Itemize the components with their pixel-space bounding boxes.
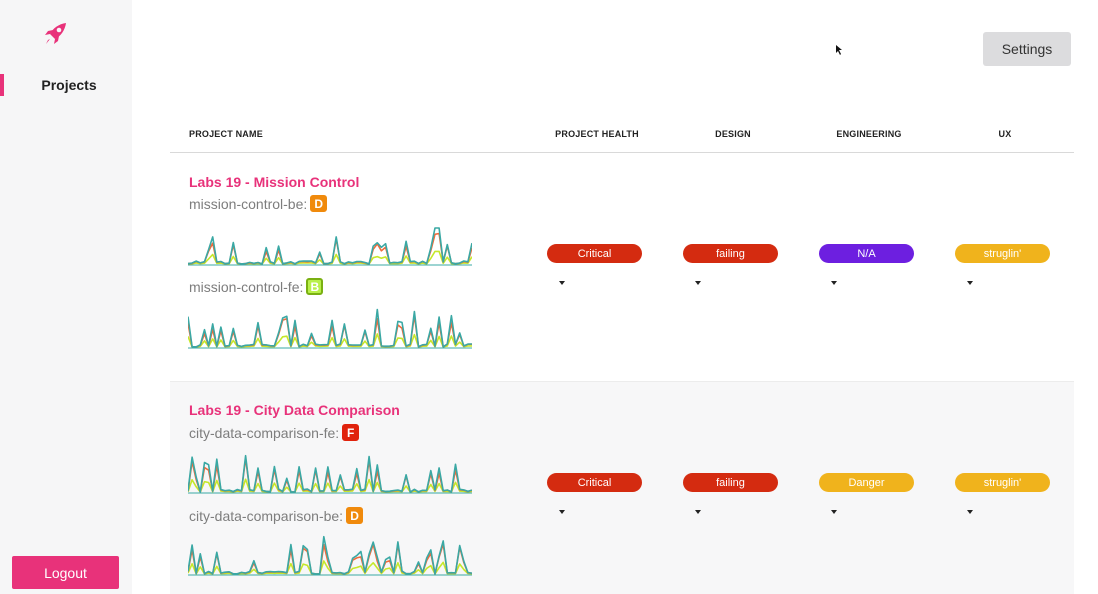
repo-name: mission-control-fe:	[189, 278, 304, 295]
repo-name: city-data-comparison-fe:	[189, 424, 340, 441]
engineering-dropdown-caret-icon[interactable]	[831, 510, 837, 514]
repo-entry: city-data-comparison-fe: F	[189, 424, 360, 441]
column-header-engineering: ENGINEERING	[836, 129, 902, 139]
commit-activity-sparkline	[188, 535, 472, 576]
commit-activity-sparkline	[188, 454, 472, 494]
grade-badge: D	[310, 195, 328, 212]
column-header-ux: UX	[998, 129, 1012, 139]
project-title[interactable]: Labs 19 - City Data Comparison	[189, 402, 400, 418]
settings-button[interactable]: Settings	[983, 32, 1071, 66]
row-divider	[170, 381, 1074, 382]
sparkline-series	[188, 543, 472, 575]
grade-badge: F	[342, 424, 360, 441]
ux-status-pill[interactable]: struglin'	[955, 473, 1050, 492]
grade-badge: D	[346, 507, 364, 524]
project-health-dropdown-caret-icon[interactable]	[559, 281, 565, 285]
engineering-status-pill[interactable]: N/A	[819, 244, 914, 263]
project-title[interactable]: Labs 19 - Mission Control	[189, 174, 359, 190]
design-status-pill[interactable]: failing	[683, 473, 778, 492]
design-dropdown-caret-icon[interactable]	[695, 510, 701, 514]
repo-name: city-data-comparison-be:	[189, 507, 344, 524]
sidebar: Projects Logout	[0, 0, 132, 594]
design-status-pill[interactable]: failing	[683, 244, 778, 263]
ux-status-pill[interactable]: struglin'	[955, 244, 1050, 263]
commit-activity-sparkline	[188, 227, 472, 266]
project-health-status-pill[interactable]: Critical	[547, 244, 642, 263]
repo-entry: city-data-comparison-be: D	[189, 507, 364, 524]
mouse-cursor-icon	[836, 45, 842, 55]
project-health-status-pill[interactable]: Critical	[547, 473, 642, 492]
rocket-icon[interactable]	[42, 20, 70, 48]
ux-dropdown-caret-icon[interactable]	[967, 510, 973, 514]
sparkline-series	[188, 227, 472, 265]
project-health-dropdown-caret-icon[interactable]	[559, 510, 565, 514]
table-row[interactable]: Labs 19 - City Data Comparison city-data…	[170, 381, 1074, 594]
engineering-dropdown-caret-icon[interactable]	[831, 281, 837, 285]
nav-item-projects[interactable]: Projects	[0, 74, 132, 96]
column-header-project-health: PROJECT HEALTH	[555, 129, 639, 139]
repo-entry: mission-control-be: D	[189, 195, 328, 212]
ux-dropdown-caret-icon[interactable]	[967, 281, 973, 285]
grade-badge: B	[306, 278, 324, 295]
repo-name: mission-control-be:	[189, 195, 308, 212]
commit-activity-sparkline	[188, 308, 472, 349]
table-row[interactable]: Labs 19 - Mission Control mission-contro…	[170, 153, 1074, 380]
column-header-design: DESIGN	[715, 129, 751, 139]
nav-item-label: Projects	[41, 77, 97, 93]
column-header-project-name: PROJECT NAME	[189, 129, 263, 139]
design-dropdown-caret-icon[interactable]	[695, 281, 701, 285]
engineering-status-pill[interactable]: Danger	[819, 473, 914, 492]
logout-button[interactable]: Logout	[12, 556, 119, 589]
repo-entry: mission-control-fe: B	[189, 278, 324, 295]
